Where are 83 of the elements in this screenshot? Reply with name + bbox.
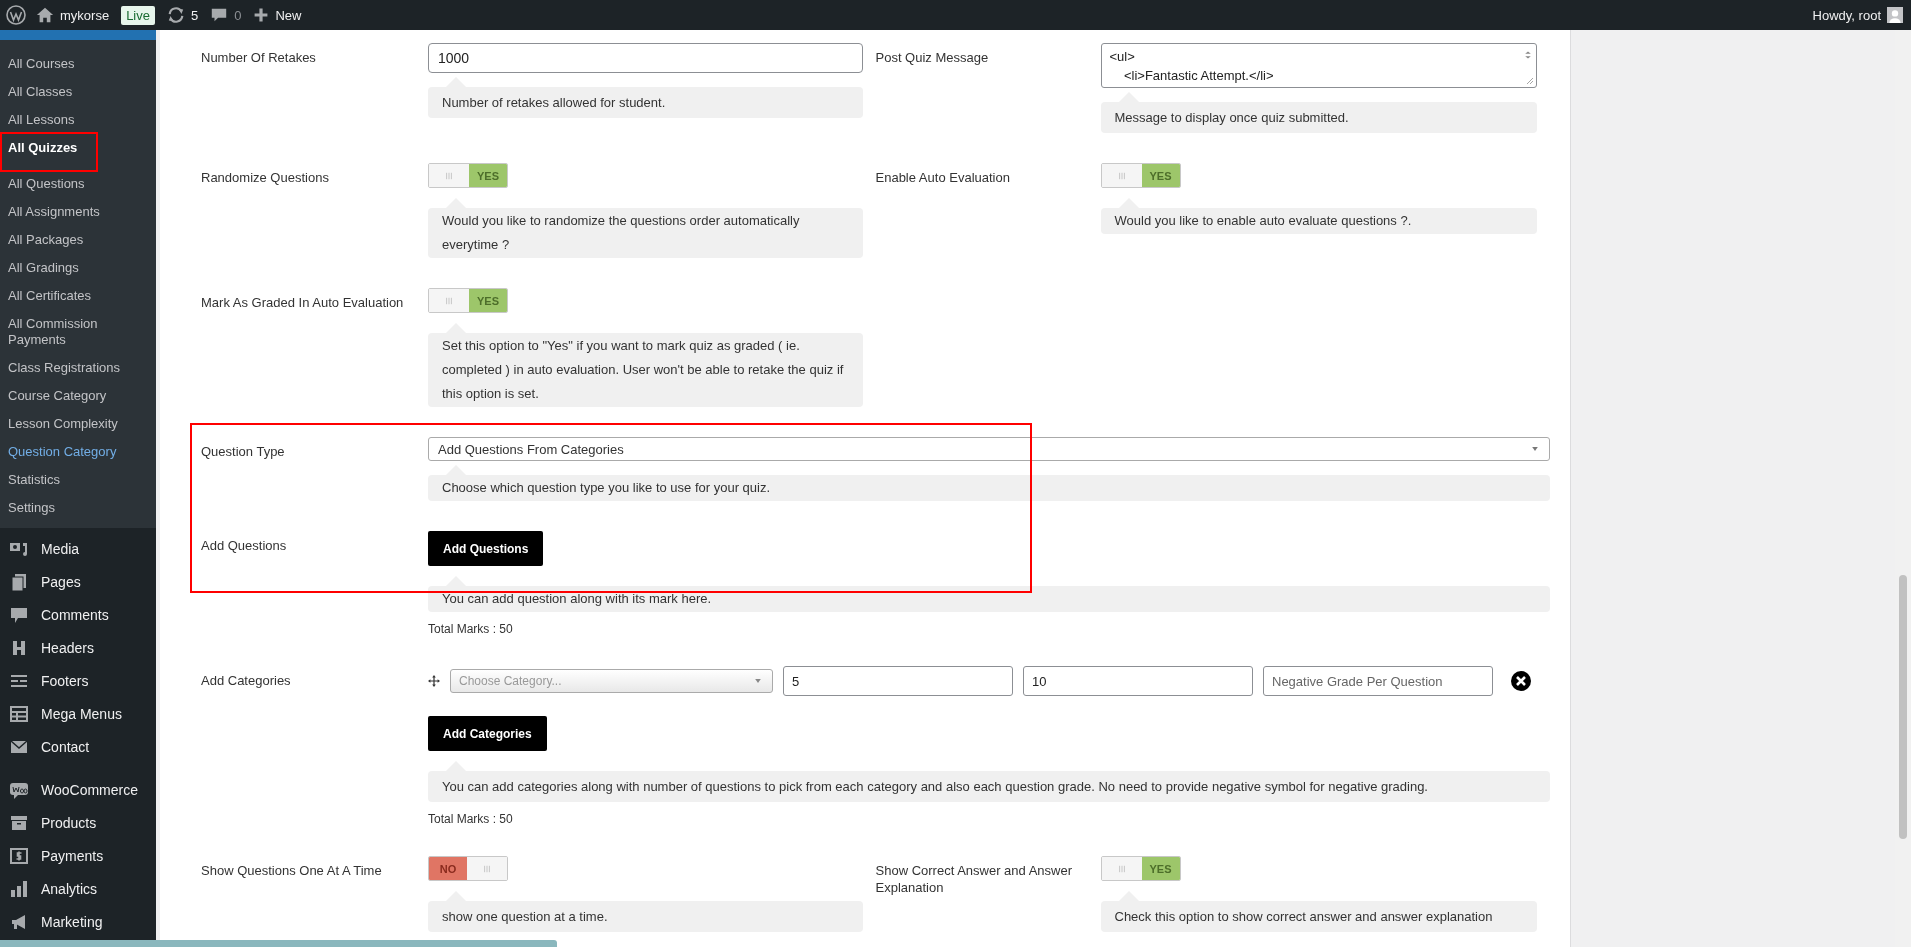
refresh-icon: [167, 6, 185, 24]
sidebar-menu-item[interactable]: Analytics: [0, 872, 156, 905]
sidebar-item[interactable]: Course Category: [0, 382, 156, 410]
site-link[interactable]: mykorse: [36, 6, 110, 24]
pages-icon: [9, 571, 29, 592]
live-badge: Live: [121, 5, 155, 25]
sidebar-menu-item[interactable]: Payments: [0, 839, 156, 872]
grip-icon: [445, 295, 453, 306]
new-link[interactable]: New: [253, 7, 302, 23]
add-questions-button[interactable]: Add Questions: [428, 531, 544, 566]
field-label: Add Categories: [201, 672, 292, 690]
sidebar-item[interactable]: All Classes: [0, 78, 156, 106]
sidebar-menu-item[interactable]: Products: [0, 806, 156, 839]
help-text: Number of retakes allowed for student.: [428, 87, 863, 118]
help-text: Set this option to "Yes" if you want to mark quiz as graded ( ie. completed ) in auto evaluation. User won't be able to retake the quiz if this option is set.: [428, 333, 863, 407]
sidebar-item[interactable]: All Gradings: [0, 254, 156, 282]
sidebar-item[interactable]: Class Registrations: [0, 354, 156, 382]
help-text: Would you like to randomize the questions order automatically everytime ?: [428, 208, 863, 258]
help-text: Choose which question type you like to use for your quiz.: [428, 475, 1550, 501]
input-field[interactable]: 1000: [428, 43, 863, 73]
avatar-icon: [1887, 7, 1903, 23]
move-arrows-icon: [428, 675, 440, 687]
input-field[interactable]: 5: [783, 666, 1013, 696]
field-label: Question Type: [201, 443, 286, 461]
field-label: Mark As Graded In Auto Evaluation: [201, 294, 405, 312]
field-label: Add Questions: [201, 537, 288, 555]
sidebar-item[interactable]: All Questions: [0, 170, 156, 198]
field-label: Show Correct Answer and Answer Explanation: [875, 862, 1074, 897]
grip-icon: [445, 170, 453, 181]
bar-chart-icon: [9, 878, 29, 899]
help-text: Message to display once quiz submitted.: [1100, 102, 1537, 133]
account-link[interactable]: Howdy, root: [1812, 7, 1903, 23]
sidebar-item[interactable]: All Certificates: [0, 282, 156, 310]
help-text: Would you like to enable auto evaluate questions ?.: [1100, 208, 1537, 234]
sidebar-menu-item[interactable]: Footers: [0, 664, 156, 697]
sidebar-item[interactable]: All Assignments: [0, 198, 156, 226]
dollar-icon: [9, 845, 29, 866]
sidebar-item[interactable]: All Commission Payments: [0, 310, 156, 354]
sidebar-menu-item[interactable]: Media: [0, 532, 156, 565]
help-text: You can add categories along with number of questions to pick from each category and also each question grade. No need to provide negative symbol for negative grading.: [428, 771, 1550, 802]
sidebar-menu-item[interactable]: Contact: [0, 730, 156, 763]
input-field[interactable]: Negative Grade Per Question: [1263, 666, 1493, 696]
wordpress-logo-icon: [6, 5, 26, 25]
sidebar-item[interactable]: All Packages: [0, 226, 156, 254]
total-marks: Total Marks : 50: [428, 812, 514, 826]
grip-icon: [483, 863, 491, 874]
plus-icon: [253, 7, 270, 23]
sidebar-menu-item[interactable]: Mega Menus: [0, 697, 156, 730]
help-text: show one question at a time.: [428, 901, 863, 932]
field-label: Number Of Retakes: [201, 49, 317, 67]
comments-link[interactable]: 0: [210, 6, 242, 24]
scrollbar-thumb[interactable]: [1899, 575, 1907, 839]
updates-link[interactable]: 5: [167, 6, 199, 24]
sidebar-item[interactable]: Statistics: [0, 466, 156, 494]
field-label: Post Quiz Message: [875, 49, 990, 67]
grip-icon: [1117, 863, 1126, 874]
sidebar-menu-item[interactable]: Headers: [0, 631, 156, 664]
close-icon[interactable]: [1511, 671, 1531, 691]
message-field[interactable]: <ul> <li>Fantastic Attempt.</li>: [1100, 43, 1537, 88]
sidebar-item[interactable]: Lesson Complexity: [0, 410, 156, 438]
help-text: Check this option to show correct answer and answer explanation: [1100, 901, 1537, 932]
total-marks: Total Marks : 50: [428, 622, 514, 636]
sidebar-item[interactable]: All Courses: [0, 50, 156, 78]
sidebar-item[interactable]: Question Category: [0, 438, 156, 466]
caret-icon: [754, 677, 762, 685]
field-label: Enable Auto Evaluation: [875, 169, 1011, 187]
add-categories-button[interactable]: Add Categories: [428, 716, 547, 751]
sidebar-item[interactable]: Settings: [0, 494, 156, 522]
input-field[interactable]: 10: [1023, 666, 1253, 696]
help-text: You can add question along with its mark here.: [428, 586, 1550, 612]
sidebar-item[interactable]: All Lessons: [0, 106, 156, 134]
table-icon: [9, 703, 29, 724]
sidebar-menu-item[interactable]: Marketing: [0, 905, 156, 938]
sidebar-menu-item[interactable]: WooCommerce: [0, 773, 156, 806]
caret-icon: [1531, 445, 1539, 453]
dropdown[interactable]: Add Questions From Categories: [428, 437, 1550, 461]
home-icon: [36, 6, 54, 24]
field-label: Randomize Questions: [201, 169, 330, 187]
field-label: Show Questions One At A Time: [201, 862, 383, 880]
sidebar-menu-item[interactable]: Comments: [0, 598, 156, 631]
sidebar-item[interactable]: All Quizzes: [2, 134, 96, 162]
sidebar-menu-item[interactable]: Pages: [0, 565, 156, 598]
grip-icon: [1117, 170, 1126, 181]
